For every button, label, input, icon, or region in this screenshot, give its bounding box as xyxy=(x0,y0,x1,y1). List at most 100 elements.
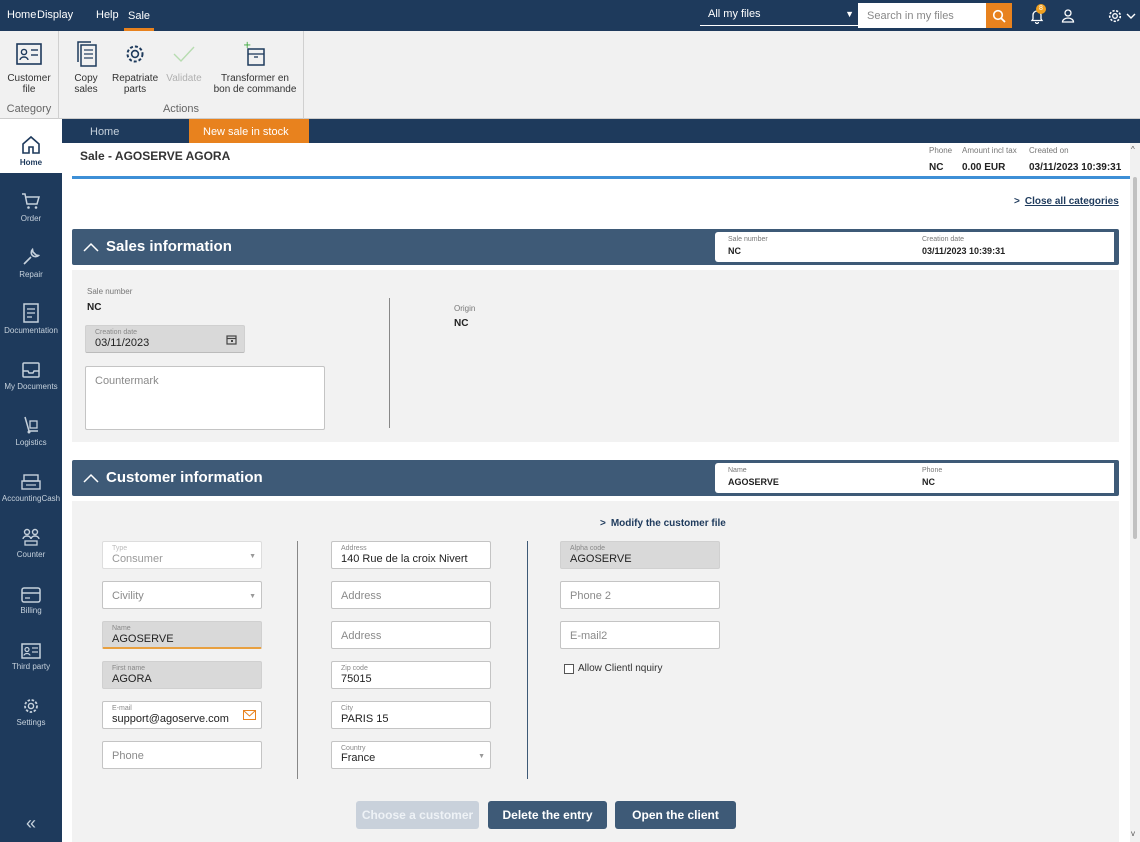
email-field[interactable]: E-mail support@agoserve.com xyxy=(102,701,262,729)
delete-entry-button[interactable]: Delete the entry xyxy=(488,801,607,829)
repatriate-parts-button[interactable]: Repatriate parts xyxy=(110,39,160,95)
sidebar-item-label: Repair xyxy=(19,270,43,279)
choose-customer-button[interactable]: Choose a customer xyxy=(356,801,479,829)
menu-sale[interactable]: Sale xyxy=(124,0,155,31)
creation-date-field[interactable]: Creation date 03/11/2023 xyxy=(85,325,245,353)
countermark-textarea[interactable]: Countermark xyxy=(85,366,325,430)
summary-name-value: AGOSERVE xyxy=(728,477,779,487)
field-value: 75015 xyxy=(341,673,372,685)
user-button[interactable] xyxy=(1057,5,1079,27)
email2-field[interactable]: E-mail2 xyxy=(560,621,720,649)
field-label: Creation date xyxy=(95,329,138,336)
field-placeholder: Phone xyxy=(112,750,144,762)
main-content: Sale - AGOSERVE AGORA Phone NC Amount in… xyxy=(62,143,1130,842)
chevron-up-icon xyxy=(83,473,99,483)
sidebar-item-accountingcash[interactable]: AccountingCash xyxy=(0,467,62,519)
customer-information-panel: > Modify the customer file Type Consumer … xyxy=(72,501,1119,842)
mail-icon[interactable] xyxy=(243,710,256,720)
close-all-categories-link[interactable]: > Close all categories xyxy=(1014,196,1119,207)
transform-order-button[interactable]: + Transformer en bon de commande xyxy=(210,39,300,95)
search-input[interactable]: Search in my files xyxy=(858,3,986,28)
gear-icon xyxy=(126,45,144,63)
column-divider xyxy=(389,298,390,428)
origin-label: Origin xyxy=(454,304,476,313)
allow-inquiry-checkbox[interactable] xyxy=(564,664,574,674)
tab-new-sale[interactable]: New sale in stock ✕ xyxy=(189,119,309,164)
calendar-icon[interactable] xyxy=(226,334,237,345)
sale-number-value: NC xyxy=(87,302,102,313)
sidebar-item-logistics[interactable]: Logistics xyxy=(0,411,62,463)
chevron-down-icon[interactable] xyxy=(1124,5,1138,27)
sidebar-item-settings[interactable]: Settings xyxy=(0,691,62,743)
section-title: Customer information xyxy=(106,469,263,486)
checkmark-icon xyxy=(173,46,195,63)
settings-button[interactable] xyxy=(1104,5,1126,27)
customer-summary: Name AGOSERVE Phone NC xyxy=(715,463,1117,493)
menu-home[interactable]: Home xyxy=(7,0,36,31)
chevron-down-icon[interactable]: v xyxy=(1131,829,1135,838)
civility-select[interactable]: Civility ▼ xyxy=(102,581,262,609)
country-select[interactable]: Country France ▼ xyxy=(331,741,491,769)
sidebar-item-label: Billing xyxy=(20,606,42,615)
sidebar-item-counter[interactable]: Counter xyxy=(0,523,62,575)
user-icon xyxy=(1061,9,1075,23)
document-icon xyxy=(23,303,39,323)
collapse-sidebar-icon[interactable]: « xyxy=(0,813,62,834)
ribbon-toolbar: Customer file Category Copy sales Repatr… xyxy=(0,31,1140,119)
close-all-label: Close all categories xyxy=(1024,196,1119,207)
vertical-scrollbar[interactable]: ^ v xyxy=(1130,143,1140,842)
file-filter-value: All my files xyxy=(708,8,761,20)
open-client-button[interactable]: Open the client xyxy=(615,801,736,829)
search-button[interactable] xyxy=(986,3,1012,28)
field-value: 03/11/2023 xyxy=(95,337,150,349)
sales-information-header[interactable]: Sales information Sale number NC Creatio… xyxy=(72,229,1119,265)
actions-group-label: Actions xyxy=(162,103,200,115)
tab-home[interactable]: Home xyxy=(62,119,189,143)
repatriate-parts-label: Repatriate parts xyxy=(112,73,159,95)
summary-creation-date-value: 03/11/2023 10:39:31 xyxy=(922,246,1006,256)
customer-file-button[interactable]: Customer file xyxy=(4,39,54,95)
type-select[interactable]: Type Consumer ▼ xyxy=(102,541,262,569)
home-icon xyxy=(22,135,40,154)
sidebar-item-order[interactable]: Order xyxy=(0,187,62,239)
sidebar-item-label: Documentation xyxy=(4,326,58,335)
sidebar-item-my-documents[interactable]: My Documents xyxy=(0,355,62,407)
sales-summary: Sale number NC Creation date 03/11/2023 … xyxy=(715,232,1117,262)
field-placeholder: E-mail2 xyxy=(570,630,608,642)
sidebar-item-third-party[interactable]: Third party xyxy=(0,635,62,687)
alpha-code-field[interactable]: Alpha code AGOSERVE xyxy=(560,541,720,569)
sale-number-label: Sale number xyxy=(87,287,133,296)
phone2-field[interactable]: Phone 2 xyxy=(560,581,720,609)
customer-information-header[interactable]: Customer information Name AGOSERVE Phone… xyxy=(72,460,1119,496)
sidebar-item-repair[interactable]: Repair xyxy=(0,243,62,295)
name-field[interactable]: Name AGOSERVE xyxy=(102,621,262,649)
inbox-icon xyxy=(22,362,40,378)
copy-sales-button[interactable]: Copy sales xyxy=(66,39,106,95)
file-filter-select[interactable]: All my files ▼ xyxy=(700,4,858,26)
sidebar-item-billing[interactable]: Billing xyxy=(0,579,62,631)
summary-creation-date-label: Creation date xyxy=(922,236,965,243)
sidebar-item-home[interactable]: Home xyxy=(0,119,62,173)
field-placeholder: Civility xyxy=(112,590,144,602)
address3-field[interactable]: Address xyxy=(331,621,491,649)
sidebar-item-documentation[interactable]: Documentation xyxy=(0,299,62,351)
sidebar-item-label: Settings xyxy=(16,718,46,727)
validate-button[interactable]: Validate xyxy=(162,39,206,84)
zip-code-field[interactable]: Zip code 75015 xyxy=(331,661,491,689)
field-value: support@agoserve.com xyxy=(112,713,229,725)
phone-field[interactable]: Phone xyxy=(102,741,262,769)
menu-display[interactable]: Display xyxy=(37,0,73,31)
box-add-icon: + xyxy=(243,40,265,66)
city-field[interactable]: City PARIS 15 xyxy=(331,701,491,729)
address-field[interactable]: Address 140 Rue de la croix Nivert xyxy=(331,541,491,569)
scrollbar-thumb[interactable] xyxy=(1133,177,1137,539)
copy-icon xyxy=(77,41,97,67)
modify-customer-file-link[interactable]: > Modify the customer file xyxy=(600,518,726,529)
field-label: E-mail xyxy=(112,705,132,712)
chevron-up-icon[interactable]: ^ xyxy=(1131,145,1135,154)
summary-name-label: Name xyxy=(728,467,747,474)
chevron-down-icon: ▼ xyxy=(249,553,256,560)
first-name-field[interactable]: First name AGORA xyxy=(102,661,262,689)
menu-help[interactable]: Help xyxy=(96,0,119,31)
address2-field[interactable]: Address xyxy=(331,581,491,609)
